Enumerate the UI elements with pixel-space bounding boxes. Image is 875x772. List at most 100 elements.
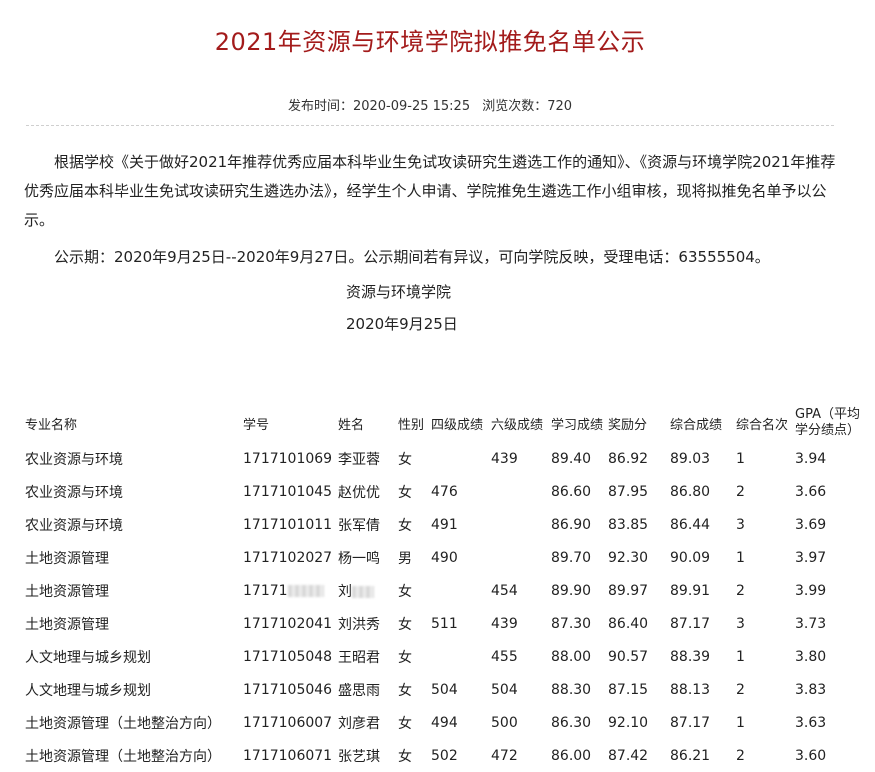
- cell-major: 农业资源与环境: [22, 475, 240, 508]
- cell-text: 3: [736, 516, 745, 533]
- cell-student-id: 1717101045: [240, 475, 335, 508]
- cell-cet6: 455: [488, 640, 548, 673]
- cell-text: 3.63: [795, 714, 827, 731]
- cell-gender: 男: [395, 541, 428, 574]
- cell-text: 1717105046: [243, 681, 333, 698]
- cell-text: 504: [491, 681, 518, 698]
- cell-gender: 女: [395, 607, 428, 640]
- cell-text: 87.30: [551, 615, 592, 632]
- cell-cet4: 491: [428, 508, 488, 541]
- cell-student-id: 1717102041: [240, 607, 335, 640]
- cell-text: 3: [736, 615, 745, 632]
- cell-text: 2: [736, 483, 745, 500]
- cell-cet6: [488, 475, 548, 508]
- cell-study-score: 86.90: [548, 508, 605, 541]
- cell-gpa: 3.66: [792, 475, 870, 508]
- table-row: 土地资源管理（土地整治方向） 1717106007 刘彦君 女 494 500 86.30 9…: [22, 706, 870, 739]
- cell-gender: 女: [395, 673, 428, 706]
- cell-text: 86.30: [551, 714, 592, 731]
- cell-bonus: 87.42: [605, 739, 667, 772]
- table-header-row: 专业名称 学号 姓名 性别 四级成绩 六级成绩 学习成绩 奖励分 综合成绩 综合…: [22, 404, 870, 442]
- header-name: 姓名: [338, 417, 365, 433]
- cell-cet6: 500: [488, 706, 548, 739]
- cell-cet6: 504: [488, 673, 548, 706]
- cell-rank: 1: [733, 706, 792, 739]
- cell-text: 人文地理与城乡规划: [25, 649, 151, 666]
- cell-name: 李亚蓉: [335, 442, 395, 475]
- cell-text: 90.57: [608, 648, 649, 665]
- cell-total-score: 88.39: [667, 640, 733, 673]
- cell-major: 土地资源管理（土地整治方向）: [22, 739, 240, 772]
- redacted-mark: [287, 584, 324, 597]
- cell-text: 1717105048: [243, 648, 333, 665]
- cell-cet4: [428, 442, 488, 475]
- article-meta: 发布时间：2020-09-25 15:25 浏览次数：720: [0, 95, 860, 114]
- divider: [26, 125, 834, 126]
- cell-bonus: 89.97: [605, 574, 667, 607]
- cell-student-id: 17171: [240, 574, 335, 607]
- cell-text: 农业资源与环境: [25, 451, 123, 468]
- cell-gender: 女: [395, 739, 428, 772]
- cell-text: 女: [398, 583, 412, 600]
- cell-study-score: 89.70: [548, 541, 605, 574]
- cell-text: 3.69: [795, 516, 827, 533]
- cell-gender: 女: [395, 574, 428, 607]
- cell-text: 500: [491, 714, 518, 731]
- cell-text: 女: [398, 748, 412, 765]
- cell-text: 3.73: [795, 615, 827, 632]
- cell-text: 88.39: [670, 648, 711, 665]
- table-row: 农业资源与环境 1717101045 赵优优 女 476 86.60 87.95 86.80 2…: [22, 475, 870, 508]
- cell-text: 张艺琪: [338, 748, 380, 765]
- cell-text: 87.15: [608, 681, 649, 698]
- cell-name: 刘彦君: [335, 706, 395, 739]
- cell-cet6: [488, 508, 548, 541]
- cell-text: 2: [736, 747, 745, 764]
- cell-bonus: 87.15: [605, 673, 667, 706]
- header-gender: 性别: [398, 417, 425, 433]
- cell-text: 王昭君: [338, 649, 380, 666]
- cell-cet6: 454: [488, 574, 548, 607]
- cell-study-score: 86.60: [548, 475, 605, 508]
- cell-text: 女: [398, 517, 412, 534]
- redacted-mark: [352, 585, 374, 598]
- cell-gpa: 3.69: [792, 508, 870, 541]
- cell-major: 土地资源管理（土地整治方向）: [22, 706, 240, 739]
- table-row: 人文地理与城乡规划 1717105048 王昭君 女 455 88.00 90.57 88.3…: [22, 640, 870, 673]
- cell-rank: 3: [733, 508, 792, 541]
- cell-bonus: 92.30: [605, 541, 667, 574]
- cell-name: 盛思雨: [335, 673, 395, 706]
- cell-text: 3.83: [795, 681, 827, 698]
- cell-text: 土地资源管理（土地整治方向）: [25, 748, 221, 765]
- cell-text: 杨一鸣: [338, 550, 380, 567]
- cell-text: 511: [431, 615, 458, 632]
- cell-major: 土地资源管理: [22, 541, 240, 574]
- cell-study-score: 88.30: [548, 673, 605, 706]
- cell-text: 88.13: [670, 681, 711, 698]
- cell-text: 1717101045: [243, 483, 333, 500]
- cell-study-score: 88.00: [548, 640, 605, 673]
- cell-bonus: 87.95: [605, 475, 667, 508]
- cell-text: 86.40: [608, 615, 649, 632]
- cell-student-id: 1717102027: [240, 541, 335, 574]
- table-row: 土地资源管理 1717102041 刘洪秀 女 511 439 87.30 86.40 87.1…: [22, 607, 870, 640]
- cell-text: 1: [736, 714, 745, 731]
- header-major: 专业名称: [25, 417, 78, 433]
- table-row: 人文地理与城乡规划 1717105046 盛思雨 女 504 504 88.30 87.15 8…: [22, 673, 870, 706]
- cell-name: 赵优优: [335, 475, 395, 508]
- cell-study-score: 86.30: [548, 706, 605, 739]
- cell-text: 土地资源管理: [25, 550, 109, 567]
- cell-total-score: 89.03: [667, 442, 733, 475]
- signature-date: 2020年9月25日: [346, 315, 458, 333]
- cell-cet4: 494: [428, 706, 488, 739]
- cell-text: 土地资源管理（土地整治方向）: [25, 715, 221, 732]
- cell-text: 472: [491, 747, 518, 764]
- cell-gender: 女: [395, 640, 428, 673]
- table-row: 农业资源与环境 1717101011 张军倩 女 491 86.90 83.85 86.44 3…: [22, 508, 870, 541]
- cell-total-score: 86.21: [667, 739, 733, 772]
- cell-study-score: 89.40: [548, 442, 605, 475]
- cell-text: 89.03: [670, 450, 711, 467]
- cell-cet6: 439: [488, 442, 548, 475]
- cell-text: 439: [491, 615, 518, 632]
- cell-text: 86.90: [551, 516, 592, 533]
- cell-text: 83.85: [608, 516, 649, 533]
